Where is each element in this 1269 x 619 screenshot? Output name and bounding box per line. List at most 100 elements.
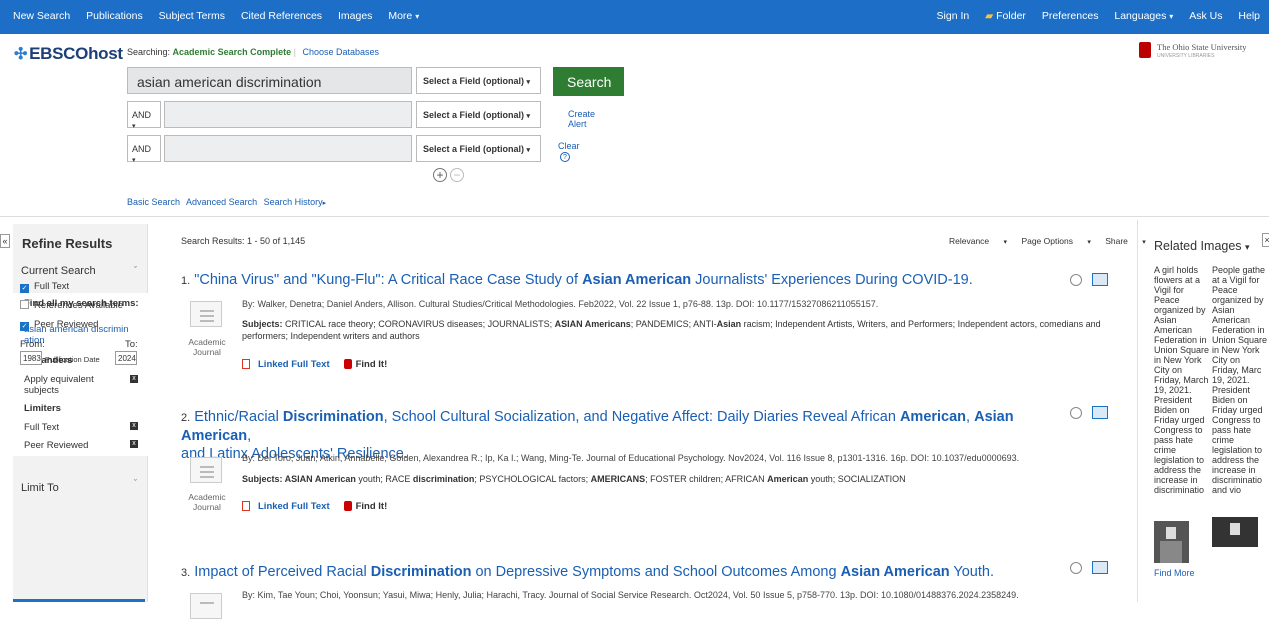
preview-magnifier-icon[interactable] (1070, 562, 1082, 574)
find-it-icon (343, 359, 352, 369)
to-year-input[interactable]: 2024 (115, 351, 137, 365)
preview-magnifier-icon[interactable] (1070, 407, 1082, 419)
field-select-label: Select a Field (optional) (423, 76, 525, 86)
limiter-peer-reviewed: Peer Reviewed (24, 440, 89, 451)
remove-icon[interactable]: x (130, 440, 138, 448)
clear-link[interactable]: Clear (558, 141, 580, 151)
title-part: Impact of Perceived Racial (194, 564, 371, 580)
results-range: 1 - 50 of 1,145 (247, 236, 306, 246)
nav-languages[interactable]: Languages ▾ (1114, 10, 1173, 22)
title-part: , (966, 409, 975, 425)
add-row-icon[interactable]: + (433, 168, 447, 182)
search-history-link[interactable]: Search History▸ (264, 197, 327, 207)
folder-icon: ▰ (985, 10, 994, 22)
title-part: on Depressive Symptoms and School Outcom… (471, 564, 841, 580)
document-icon (190, 457, 222, 483)
sort-relevance[interactable]: Relevance ▾ (949, 236, 1007, 246)
remove-row-icon[interactable]: − (450, 168, 465, 182)
find-more-link[interactable]: Find More (1154, 568, 1195, 578)
nav-folder[interactable]: ▰ Folder (985, 10, 1026, 22)
remove-icon[interactable]: x (130, 422, 138, 430)
page-options[interactable]: Page Options ▾ (1021, 236, 1090, 246)
related-image-thumbnail-1[interactable] (1154, 521, 1189, 563)
separator: | (293, 47, 296, 57)
limit-full-text-checkbox[interactable]: ✓ Full Text (20, 281, 69, 293)
nav-languages-label: Languages (1114, 10, 1167, 22)
searching-info: Searching: Academic Search Complete | Ch… (127, 47, 379, 57)
nav-images[interactable]: Images (338, 10, 372, 22)
title-part: , School Cultural Socialization, and Neg… (383, 409, 900, 425)
nav-publications[interactable]: Publications (86, 10, 143, 22)
title-highlight: Discrimination (370, 564, 472, 580)
add-remove-rows: + − (433, 168, 465, 182)
collapse-left-icon[interactable]: « (0, 234, 10, 248)
subject-highlight: AMERICANS (590, 474, 646, 484)
title-highlight: American (899, 409, 967, 425)
result-subjects: Subjects: CRITICAL race theory; CORONAVI… (242, 318, 1112, 342)
nav-sign-in[interactable]: Sign In (937, 10, 970, 22)
add-to-folder-icon[interactable] (1092, 406, 1108, 419)
chevron-down-icon: ▾ (526, 147, 531, 154)
subject-highlight: Asian (716, 319, 742, 329)
result-number: 3. (181, 567, 191, 579)
nav-more[interactable]: More ▾ (388, 10, 419, 22)
subject-text: ; PANDEMICS; ANTI- (630, 319, 717, 329)
result-title[interactable]: 3. Impact of Perceived Racial Discrimina… (181, 563, 994, 582)
result-actions (1070, 406, 1108, 422)
search-input-1[interactable]: asian american discrimination (127, 67, 412, 94)
field-select-1[interactable]: Select a Field (optional) ▾ (416, 67, 541, 94)
current-search-header[interactable]: Current Search (21, 265, 96, 277)
find-it-icon (343, 501, 352, 511)
boolean-select-3[interactable]: AND ▾ (127, 135, 161, 164)
preview-magnifier-icon[interactable] (1070, 274, 1082, 286)
field-select-2[interactable]: Select a Field (optional) ▾ (416, 101, 541, 128)
field-select-3[interactable]: Select a Field (optional) ▾ (416, 135, 541, 162)
nav-help[interactable]: Help (1238, 10, 1260, 22)
advanced-search-link[interactable]: Advanced Search (186, 197, 257, 207)
related-image-thumbnail-2[interactable] (1212, 517, 1258, 547)
limit-to-header[interactable]: Limit To (21, 482, 59, 494)
remove-icon[interactable]: x (130, 375, 138, 383)
ebsco-logo[interactable]: ✣ EBSCOhost (14, 44, 123, 64)
nav-cited-references[interactable]: Cited References (241, 10, 322, 22)
chevron-down-icon[interactable]: ˇ (134, 265, 137, 275)
sort-label: Relevance (949, 236, 990, 246)
result-title[interactable]: 1. "China Virus" and "Kung-Flu": A Criti… (181, 271, 973, 290)
choose-databases-link[interactable]: Choose Databases (302, 47, 379, 57)
limit-peer-reviewed-checkbox[interactable]: ✓ Peer Reviewed (20, 319, 98, 331)
related-image-caption-1[interactable]: A girl holds flowers at a Vigil for Peac… (1154, 265, 1210, 495)
title-part: "China Virus" and "Kung-Flu": A Critical… (194, 272, 583, 288)
ebsco-logo-icon: ✣ (14, 46, 28, 63)
find-it-link[interactable]: Find It! (343, 359, 387, 370)
search-input-3[interactable] (164, 135, 412, 162)
search-button[interactable]: Search (553, 67, 624, 96)
close-panel-icon[interactable]: × (1262, 233, 1269, 247)
related-images-label: Related Images (1154, 239, 1242, 253)
title-highlight: Discrimination (282, 409, 384, 425)
limit-references-checkbox[interactable]: References Available (20, 300, 123, 311)
basic-search-link[interactable]: Basic Search (127, 197, 180, 207)
help-icon[interactable]: ? (560, 152, 570, 162)
page-options-label: Page Options (1021, 236, 1073, 246)
search-history-label: Search History (263, 197, 323, 207)
chevron-down-icon: ▾ (1087, 239, 1091, 246)
search-input-2[interactable] (164, 101, 412, 128)
checkbox-unchecked-icon (20, 300, 29, 309)
related-images-title[interactable]: Related Images ▾ (1154, 239, 1250, 253)
linked-full-text-link[interactable]: Linked Full Text (258, 359, 330, 370)
boolean-select-2[interactable]: AND ▾ (127, 101, 161, 130)
nav-preferences[interactable]: Preferences (1042, 10, 1099, 22)
linked-full-text-link[interactable]: Linked Full Text (258, 501, 330, 512)
chevron-down-icon[interactable]: ˇ (134, 478, 137, 488)
find-it-label: Find It! (355, 501, 388, 512)
find-it-link[interactable]: Find It! (343, 501, 388, 512)
create-alert-link[interactable]: Create Alert (568, 109, 595, 129)
nav-new-search[interactable]: New Search (13, 10, 70, 22)
add-to-folder-icon[interactable] (1092, 273, 1108, 286)
related-image-caption-2[interactable]: People gathe at a Vigil for Peace organi… (1212, 265, 1269, 495)
from-year-input[interactable]: 1983 (20, 351, 42, 365)
to-label: To: (125, 339, 138, 350)
add-to-folder-icon[interactable] (1092, 561, 1108, 574)
nav-ask-us[interactable]: Ask Us (1189, 10, 1222, 22)
nav-subject-terms[interactable]: Subject Terms (159, 10, 225, 22)
